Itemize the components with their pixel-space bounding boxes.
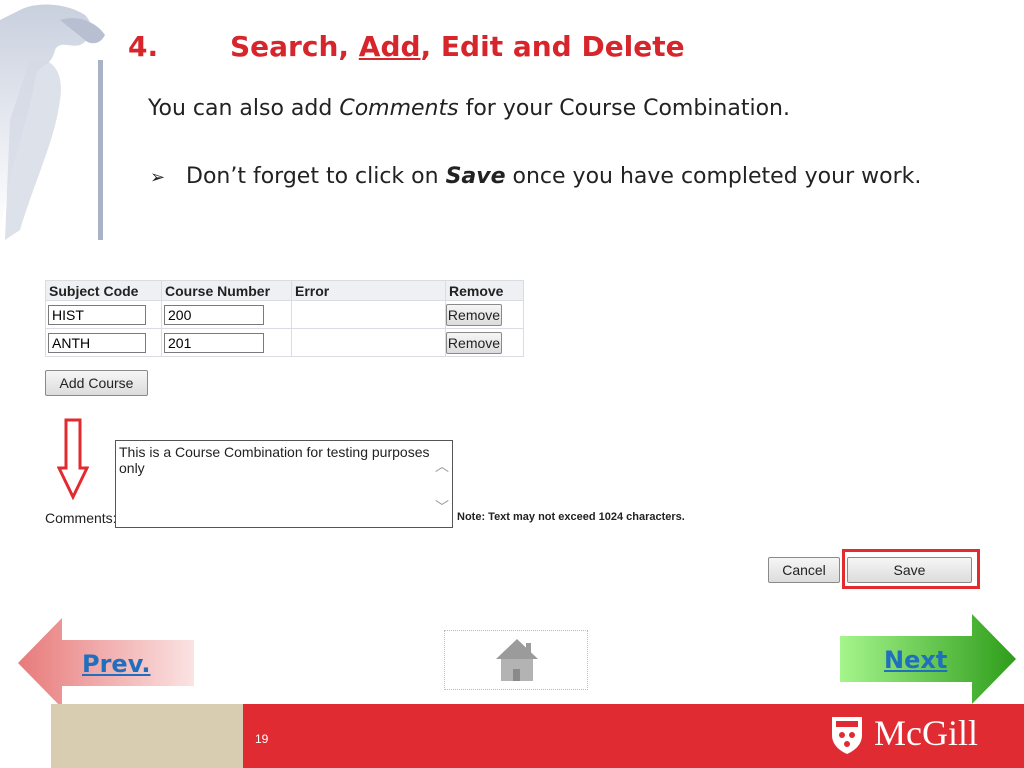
table-row: Remove xyxy=(45,328,524,357)
character-limit-note: Note: Text may not exceed 1024 character… xyxy=(457,511,685,523)
save-button[interactable]: Save xyxy=(847,557,972,583)
instruction-text-1: You can also add xyxy=(148,96,340,121)
prev-link[interactable]: Prev. xyxy=(82,650,151,678)
section-number: 4. xyxy=(128,30,159,63)
number-cell xyxy=(161,300,292,329)
course-table: Subject Code Course Number Error Remove … xyxy=(45,280,524,357)
table-header-row: Subject Code Course Number Error Remove xyxy=(45,280,524,301)
title-underlined-word: Add xyxy=(358,30,421,63)
arrow-bullet-icon: ➢ xyxy=(150,167,166,188)
comments-textarea[interactable]: This is a Course Combination for testing… xyxy=(115,440,453,528)
subject-code-input[interactable] xyxy=(48,304,146,325)
remove-cell: Remove xyxy=(445,328,524,357)
down-arrow-icon xyxy=(57,418,89,500)
page-number: 19 xyxy=(255,732,269,746)
scroll-up-icon[interactable]: ︿ xyxy=(435,456,449,476)
subject-cell xyxy=(45,328,162,357)
remove-button[interactable]: Remove xyxy=(446,303,502,326)
error-cell xyxy=(291,300,446,329)
header-remove: Remove xyxy=(445,280,524,301)
add-course-button[interactable]: Add Course xyxy=(45,370,148,396)
title-part-2: , Edit and Delete xyxy=(420,30,685,63)
number-cell xyxy=(161,328,292,357)
remove-button[interactable]: Remove xyxy=(446,331,502,354)
slide-title: Search, Add, Edit and Delete xyxy=(230,30,685,63)
instruction-emphasis: Comments xyxy=(339,96,459,121)
course-number-input[interactable] xyxy=(164,304,264,325)
footer-left-block xyxy=(51,704,243,768)
subject-code-input[interactable] xyxy=(48,332,146,353)
header-course-number: Course Number xyxy=(161,280,292,301)
error-cell xyxy=(291,328,446,357)
comments-label: Comments: xyxy=(45,510,117,526)
bullet-emphasis: Save xyxy=(445,164,506,189)
course-number-input[interactable] xyxy=(164,332,264,353)
bullet-text-2: once you have completed your work. xyxy=(505,164,922,189)
instruction-text-2: for your Course Combination. xyxy=(458,96,790,121)
mcgill-shield-icon xyxy=(832,717,862,754)
bullet-line: ➢ Don’t forget to click on Save once you … xyxy=(150,164,921,189)
bullet-text-1: Don’t forget to click on xyxy=(186,164,446,189)
home-icon[interactable] xyxy=(494,637,540,683)
table-row: Remove xyxy=(45,300,524,329)
scroll-down-icon[interactable]: ﹀ xyxy=(435,497,449,517)
header-subject-code: Subject Code xyxy=(45,280,162,301)
remove-cell: Remove xyxy=(445,300,524,329)
cancel-button[interactable]: Cancel xyxy=(768,557,840,583)
subject-cell xyxy=(45,300,162,329)
statue-illustration xyxy=(0,4,105,241)
next-link[interactable]: Next xyxy=(884,646,947,674)
mcgill-logo-text: McGill xyxy=(874,713,978,753)
title-part-1: Search, xyxy=(230,30,359,63)
instruction-line: You can also add Comments for your Cours… xyxy=(148,96,790,121)
header-error: Error xyxy=(291,280,446,301)
